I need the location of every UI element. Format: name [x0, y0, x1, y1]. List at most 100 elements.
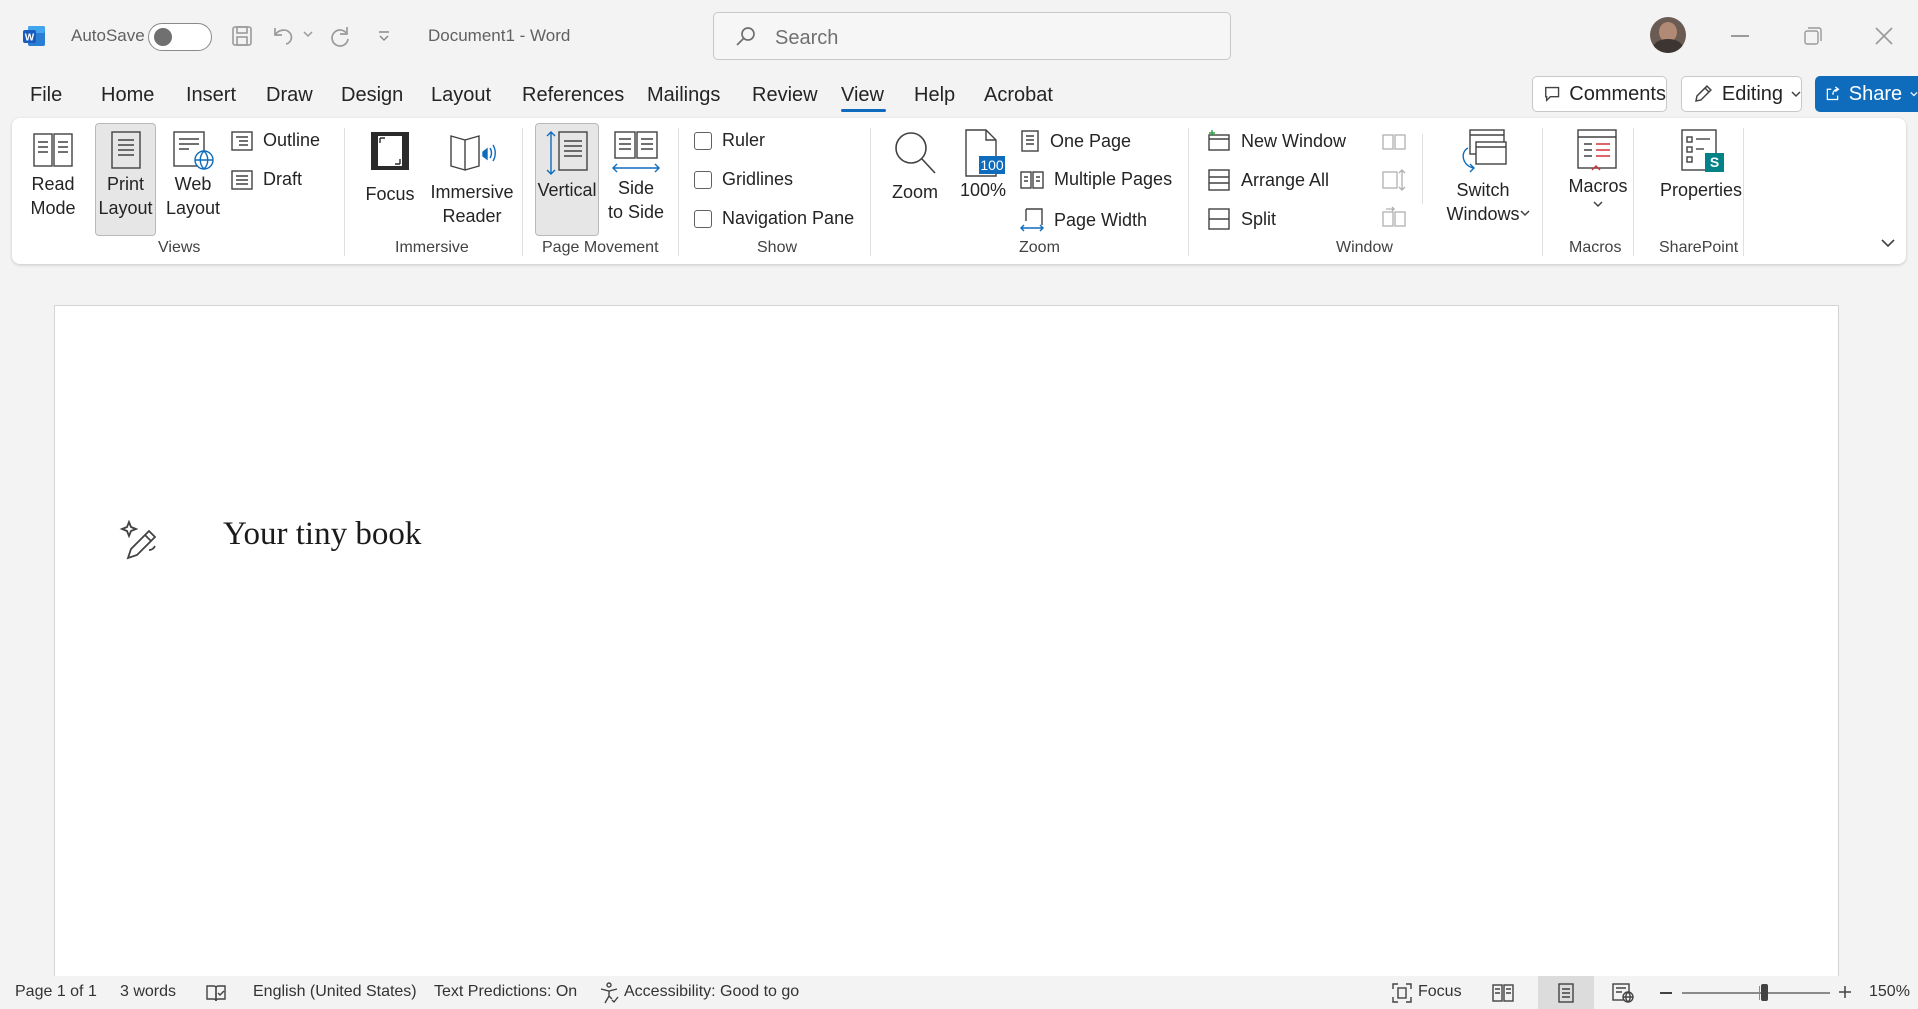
- tab-review[interactable]: Review: [752, 84, 818, 107]
- print-layout-label: Print Layout: [98, 174, 153, 218]
- immersive-reader-label: Immersive Reader: [430, 182, 514, 226]
- share-icon: [1826, 86, 1840, 101]
- tab-acrobat[interactable]: Acrobat: [984, 84, 1053, 107]
- zoom-slider-thumb[interactable]: [1761, 984, 1768, 1001]
- accessibility-status[interactable]: Accessibility: Good to go: [624, 983, 799, 1001]
- outline-button[interactable]: Outline: [231, 130, 320, 151]
- focus-mode-label[interactable]: Focus: [1418, 983, 1462, 1001]
- print-layout-button[interactable]: Print Layout: [95, 123, 156, 236]
- page-movement-group-label: Page Movement: [542, 239, 659, 256]
- tab-mailings[interactable]: Mailings: [647, 84, 720, 107]
- tab-help[interactable]: Help: [914, 84, 955, 107]
- split-button[interactable]: Split: [1207, 208, 1276, 230]
- synchronous-scrolling-icon[interactable]: [1382, 168, 1406, 192]
- focus-button[interactable]: Focus: [362, 128, 418, 250]
- editing-button[interactable]: Editing: [1681, 76, 1802, 112]
- web-layout-view-icon[interactable]: [1612, 982, 1634, 1004]
- macros-label: Macros: [1568, 176, 1628, 196]
- view-side-by-side-icon[interactable]: [1382, 132, 1406, 152]
- zoom-button[interactable]: Zoom: [885, 128, 945, 250]
- zoom-100-button[interactable]: 100 100%: [954, 128, 1012, 250]
- tab-insert[interactable]: Insert: [186, 84, 236, 107]
- navigation-pane-checkbox[interactable]: Navigation Pane: [694, 208, 854, 229]
- zoom-slider-track[interactable]: [1682, 992, 1830, 994]
- copilot-draft-icon[interactable]: [119, 520, 161, 562]
- multiple-pages-icon: [1020, 170, 1044, 189]
- restore-icon[interactable]: [1804, 27, 1822, 45]
- zoom-level[interactable]: 150%: [1869, 983, 1910, 1001]
- chevron-down-icon: [1910, 92, 1918, 97]
- page-count[interactable]: Page 1 of 1: [15, 983, 97, 1001]
- share-button[interactable]: Share: [1815, 76, 1918, 112]
- chevron-down-icon: [1520, 209, 1530, 217]
- tab-draw[interactable]: Draw: [266, 84, 313, 107]
- gridlines-checkbox[interactable]: Gridlines: [694, 169, 793, 190]
- avatar[interactable]: [1650, 17, 1686, 53]
- side-to-side-label: Side to Side: [607, 178, 665, 222]
- language[interactable]: English (United States): [253, 983, 417, 1001]
- proofing-icon[interactable]: [205, 983, 227, 1003]
- side-to-side-button[interactable]: Side to Side: [605, 128, 667, 250]
- read-mode-view-icon[interactable]: [1492, 983, 1514, 1003]
- undo-dropdown-icon[interactable]: [303, 30, 313, 38]
- group-divider: [1188, 128, 1189, 256]
- minimize-icon[interactable]: [1731, 35, 1749, 37]
- reset-window-position-icon[interactable]: [1382, 206, 1406, 230]
- macros-button[interactable]: Macros: [1552, 128, 1644, 250]
- accessibility-icon[interactable]: [598, 982, 620, 1004]
- comments-button[interactable]: Comments: [1532, 76, 1667, 112]
- zoom-in-icon[interactable]: [1838, 985, 1852, 999]
- tab-references[interactable]: References: [522, 84, 624, 107]
- word-count[interactable]: 3 words: [120, 983, 176, 1001]
- web-layout-button[interactable]: Web Layout: [164, 128, 222, 250]
- text-predictions[interactable]: Text Predictions: On: [434, 983, 577, 1001]
- tab-home[interactable]: Home: [101, 84, 154, 107]
- zoom-100-label: 100%: [959, 180, 1007, 200]
- arrange-all-button[interactable]: Arrange All: [1207, 169, 1329, 191]
- collapse-ribbon-icon[interactable]: [1880, 238, 1896, 248]
- search-box[interactable]: Search: [713, 12, 1231, 60]
- autosave-toggle[interactable]: [148, 23, 212, 51]
- redo-icon[interactable]: [327, 23, 353, 49]
- switch-windows-label: Switch Windows: [1446, 180, 1520, 224]
- immersive-reader-button[interactable]: Immersive Reader: [424, 128, 520, 250]
- page-width-icon: [1020, 208, 1044, 232]
- one-page-icon: [1021, 130, 1039, 152]
- customize-toolbar-icon[interactable]: [377, 30, 391, 42]
- one-page-button[interactable]: One Page: [1020, 130, 1131, 152]
- title-bar: W AutoSave Document1 - Word Search: [0, 0, 1918, 72]
- zoom-out-icon[interactable]: [1660, 992, 1672, 994]
- tab-view[interactable]: View: [841, 84, 884, 107]
- ruler-checkbox[interactable]: Ruler: [694, 130, 765, 151]
- vertical-button[interactable]: Vertical: [535, 123, 599, 236]
- page-icon: [110, 131, 141, 169]
- editing-label: Editing: [1721, 82, 1784, 105]
- checkbox-icon: [694, 131, 712, 150]
- multiple-pages-button[interactable]: Multiple Pages: [1020, 169, 1172, 190]
- new-window-button[interactable]: New Window: [1207, 130, 1346, 152]
- tab-design[interactable]: Design: [341, 84, 403, 107]
- print-layout-view-button[interactable]: [1538, 976, 1594, 1009]
- draft-label: Draft: [263, 169, 303, 189]
- zoom-slider-center-mark: [1759, 986, 1760, 1000]
- read-mode-button[interactable]: Read Mode: [30, 128, 76, 250]
- switch-windows-button[interactable]: Switch Windows: [1432, 128, 1534, 250]
- document-page[interactable]: Your tiny book: [54, 305, 1839, 1009]
- undo-icon[interactable]: [271, 24, 297, 48]
- page-width-button[interactable]: Page Width: [1020, 208, 1147, 232]
- document-text[interactable]: Your tiny book: [223, 516, 421, 553]
- tab-layout[interactable]: Layout: [431, 84, 491, 107]
- arrange-all-label: Arrange All: [1241, 169, 1330, 190]
- zoom-group-label: Zoom: [1019, 239, 1060, 256]
- focus-mode-icon[interactable]: [1391, 982, 1413, 1004]
- save-icon[interactable]: [230, 24, 254, 48]
- arrange-all-icon: [1208, 169, 1230, 191]
- properties-button[interactable]: S Properties: [1648, 128, 1754, 250]
- draft-button[interactable]: Draft: [231, 169, 302, 190]
- group-divider: [678, 128, 679, 256]
- sharepoint-group-label: SharePoint: [1659, 239, 1739, 256]
- tab-file[interactable]: File: [30, 84, 62, 107]
- print-layout-view-icon: [1558, 983, 1574, 1003]
- magnifier-icon: [895, 132, 936, 174]
- close-icon[interactable]: [1874, 26, 1894, 46]
